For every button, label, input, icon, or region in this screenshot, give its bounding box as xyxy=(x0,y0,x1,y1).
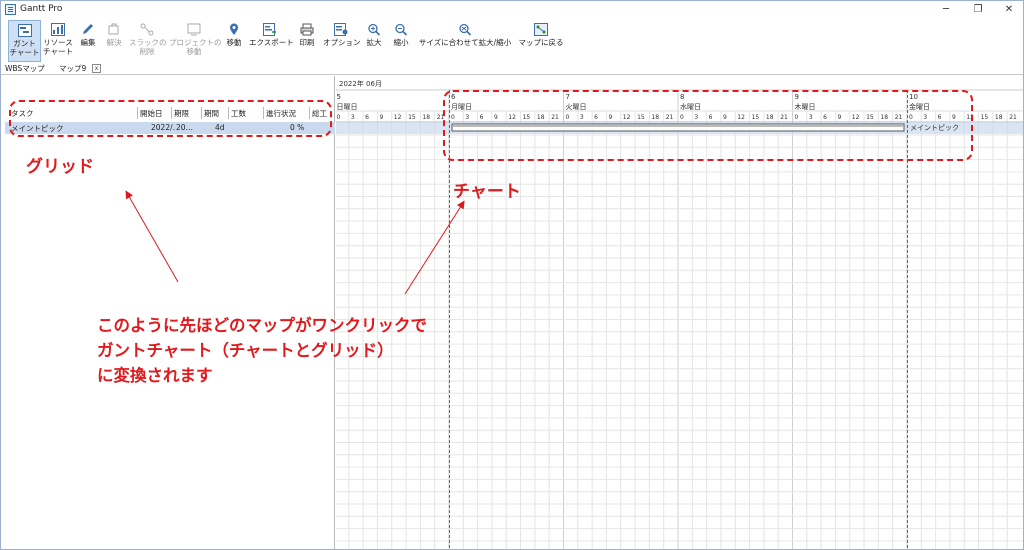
gantt-chart-label: ガント xyxy=(13,39,36,48)
zoom-fit-label: サイズに合わせて拡大/縮小 xyxy=(418,38,512,47)
hour-tick-label: 12 xyxy=(394,114,402,121)
resolve-label: 解決 xyxy=(106,38,122,47)
zoom-out-label: 縮小 xyxy=(393,38,409,47)
move-label: 移動 xyxy=(226,38,242,47)
slack-delete-label-2: 削除 xyxy=(139,47,155,56)
resolve-button[interactable]: 解決 xyxy=(103,20,125,62)
chart-highlight-box xyxy=(443,90,973,161)
printer-icon xyxy=(300,23,314,36)
edit-label: 編集 xyxy=(80,38,96,47)
hour-tick-label: 21 xyxy=(1009,114,1017,121)
zoom-fit-button[interactable]: サイズに合わせて拡大/縮小 xyxy=(417,20,513,62)
edit-button[interactable]: 編集 xyxy=(77,20,99,62)
annotation-message-line-3: に変換されます xyxy=(97,366,213,385)
app-window: Gantt Pro ─ ❐ ✕ ガント チャート リソース チャート 編集 解決… xyxy=(0,0,1024,550)
toolbar: ガント チャート リソース チャート 編集 解決 スラックの 削除 プロジェクト… xyxy=(1,19,1023,63)
gantt-chart-button[interactable]: ガント チャート xyxy=(8,20,41,62)
tab-map9[interactable]: マップ9 xyxy=(59,64,86,74)
project-move-icon xyxy=(187,23,201,36)
export-icon xyxy=(263,23,277,36)
move-button[interactable]: 移動 xyxy=(223,20,245,62)
chart-annotation-label: チャート xyxy=(453,182,521,202)
zoom-out-button[interactable]: 縮小 xyxy=(390,20,412,62)
annotation-message-line-1: このように先ほどのマップがワンクリックで xyxy=(97,316,427,335)
back-to-map-button[interactable]: マップに戻る xyxy=(517,20,565,62)
resolve-icon xyxy=(107,23,121,36)
location-pin-icon xyxy=(227,23,241,36)
export-label: エクスポート xyxy=(249,38,294,47)
annotation-message-line-2: ガントチャート（チャートとグリッド） xyxy=(97,341,394,360)
hour-tick-label: 6 xyxy=(365,114,369,121)
tab-bar: WBSマップ マップ9 x xyxy=(1,63,1023,75)
minimize-button[interactable]: ─ xyxy=(931,2,961,18)
options-icon xyxy=(334,23,348,36)
restore-button[interactable]: ❐ xyxy=(963,2,993,18)
hour-tick-label: 0 xyxy=(337,114,341,121)
zoom-in-icon xyxy=(367,23,381,36)
project-move-label-2: 移動 xyxy=(186,47,202,56)
hour-tick-label: 18 xyxy=(995,114,1003,121)
options-label: オプション xyxy=(323,38,361,47)
resource-chart-button[interactable]: リソース チャート xyxy=(43,20,73,62)
resource-chart-icon xyxy=(51,23,65,36)
close-button[interactable]: ✕ xyxy=(994,2,1023,18)
hour-tick-label: 15 xyxy=(408,114,416,121)
hour-tick-label: 15 xyxy=(981,114,989,121)
gantt-chart-icon xyxy=(17,24,32,37)
zoom-out-icon xyxy=(394,23,408,36)
zoom-fit-icon xyxy=(458,23,472,36)
pencil-icon xyxy=(81,23,95,36)
day-number-label: 5 xyxy=(337,93,341,101)
zoom-in-button[interactable]: 拡大 xyxy=(363,20,385,62)
back-to-map-icon xyxy=(534,23,548,36)
print-label: 印刷 xyxy=(299,38,315,47)
options-button[interactable]: オプション xyxy=(323,20,361,62)
export-button[interactable]: エクスポート xyxy=(249,20,294,62)
month-label: 2022年 06月 xyxy=(339,79,382,88)
resource-chart-label-2: チャート xyxy=(43,47,73,56)
hour-tick-label: 18 xyxy=(422,114,430,121)
slack-delete-label: スラックの xyxy=(129,38,167,47)
slack-delete-icon xyxy=(140,23,154,36)
window-title: Gantt Pro xyxy=(20,4,63,14)
project-move-label: プロジェクトの xyxy=(169,38,222,47)
project-move-button[interactable]: プロジェクトの 移動 xyxy=(169,20,222,62)
hour-tick-label: 3 xyxy=(351,114,355,121)
slack-delete-button[interactable]: スラックの 削除 xyxy=(129,20,167,62)
tab-wbs-map[interactable]: WBSマップ xyxy=(5,64,45,74)
zoom-in-label: 拡大 xyxy=(366,38,382,47)
hour-tick-label: 9 xyxy=(379,114,383,121)
resource-chart-label: リソース xyxy=(43,38,73,47)
day-name-label: 日曜日 xyxy=(337,103,358,111)
app-icon xyxy=(5,4,16,15)
print-button[interactable]: 印刷 xyxy=(295,20,319,62)
title-bar: Gantt Pro ─ ❐ ✕ xyxy=(1,1,1023,19)
gantt-chart-label-2: チャート xyxy=(9,48,40,57)
tab-close-button[interactable]: x xyxy=(92,64,101,73)
grid-highlight-box xyxy=(9,100,332,137)
grid-annotation-label: グリッド xyxy=(26,157,94,177)
back-to-map-label: マップに戻る xyxy=(518,38,564,47)
